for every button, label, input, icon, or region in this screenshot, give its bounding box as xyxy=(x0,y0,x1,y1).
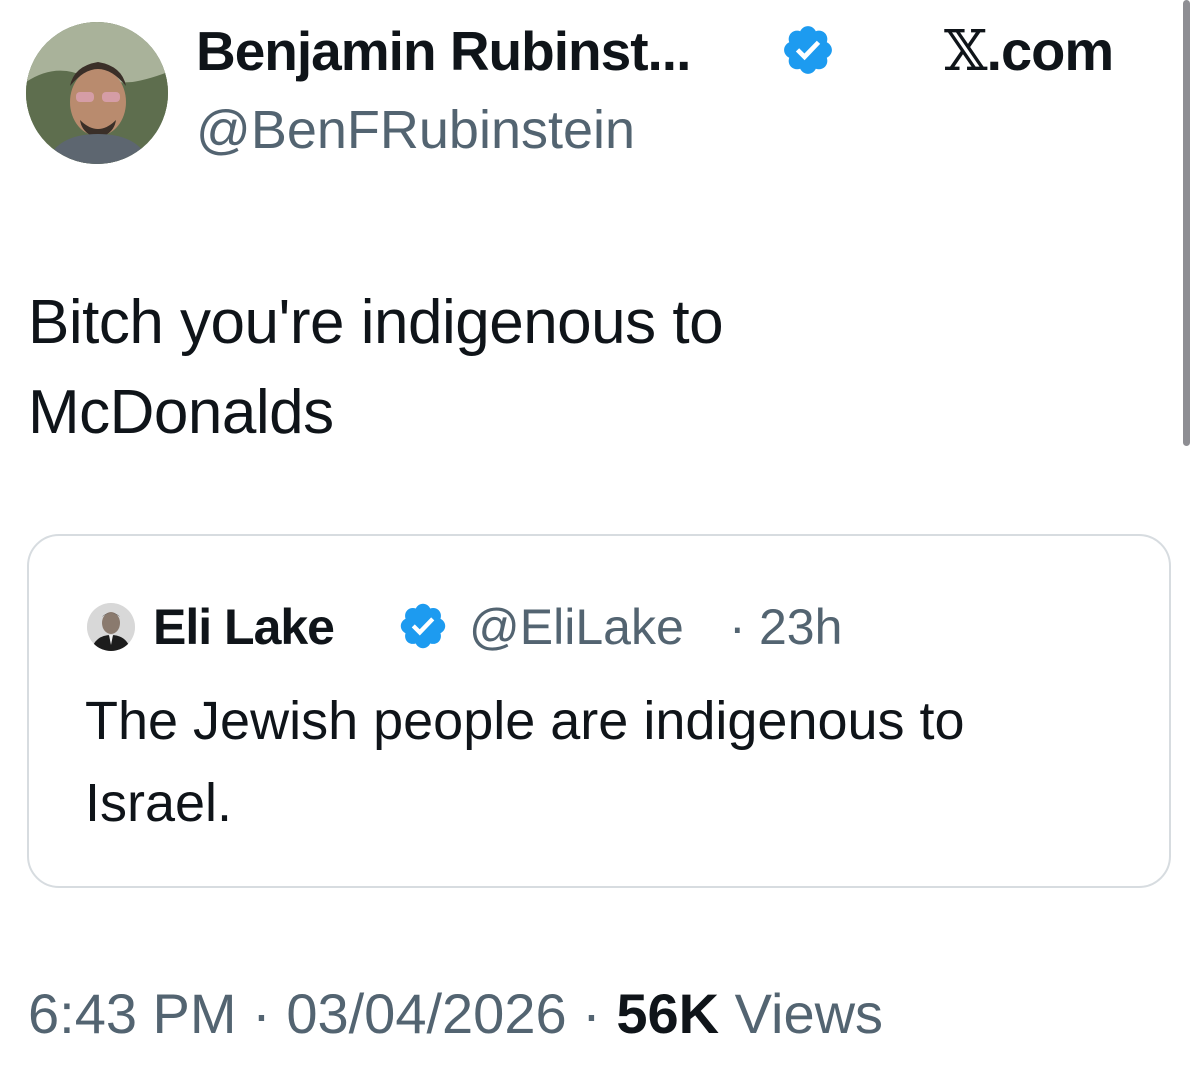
tweet-time[interactable]: 6:43 PM xyxy=(28,982,237,1045)
tweet-text: Bitch you're indigenous to McDonalds xyxy=(28,278,1148,458)
quoted-timestamp[interactable]: 23h xyxy=(759,596,842,658)
tweet-date[interactable]: 03/04/2026 xyxy=(286,982,566,1045)
quoted-tweet-card[interactable]: Eli Lake @EliLake · 23h The Jewish peopl… xyxy=(27,534,1171,888)
tweet-meta: 6:43 PM · 03/04/2026 · 56K Views xyxy=(28,980,883,1048)
quoted-separator: · xyxy=(729,599,746,655)
views-count[interactable]: 56K xyxy=(616,982,719,1045)
meta-separator: · xyxy=(236,982,287,1045)
quoted-author-handle[interactable]: @EliLake xyxy=(469,596,684,658)
quoted-tweet-text: The Jewish people are indigenous to Isra… xyxy=(85,680,1145,844)
site-label: 𝕏.com xyxy=(944,16,1114,87)
author-handle[interactable]: @BenFRubinstein xyxy=(196,96,635,164)
author-avatar[interactable] xyxy=(26,22,168,164)
quoted-text-line: Israel. xyxy=(85,773,233,833)
tweet-text-line: McDonalds xyxy=(28,378,334,447)
views-label: Views xyxy=(719,982,884,1045)
x-logo-icon: 𝕏 xyxy=(944,19,987,84)
meta-separator: · xyxy=(566,982,617,1045)
quoted-author-name[interactable]: Eli Lake xyxy=(153,596,335,658)
quoted-author-avatar[interactable] xyxy=(87,603,135,651)
verified-badge-icon xyxy=(397,600,449,652)
site-label-text: .com xyxy=(986,19,1114,82)
verified-badge-icon xyxy=(780,22,836,78)
tweet-text-line: Bitch you're indigenous to xyxy=(28,288,724,357)
quoted-text-line: The Jewish people are indigenous to xyxy=(85,691,965,751)
scrollbar[interactable] xyxy=(1183,0,1190,446)
author-display-name[interactable]: Benjamin Rubinst... xyxy=(196,16,691,86)
